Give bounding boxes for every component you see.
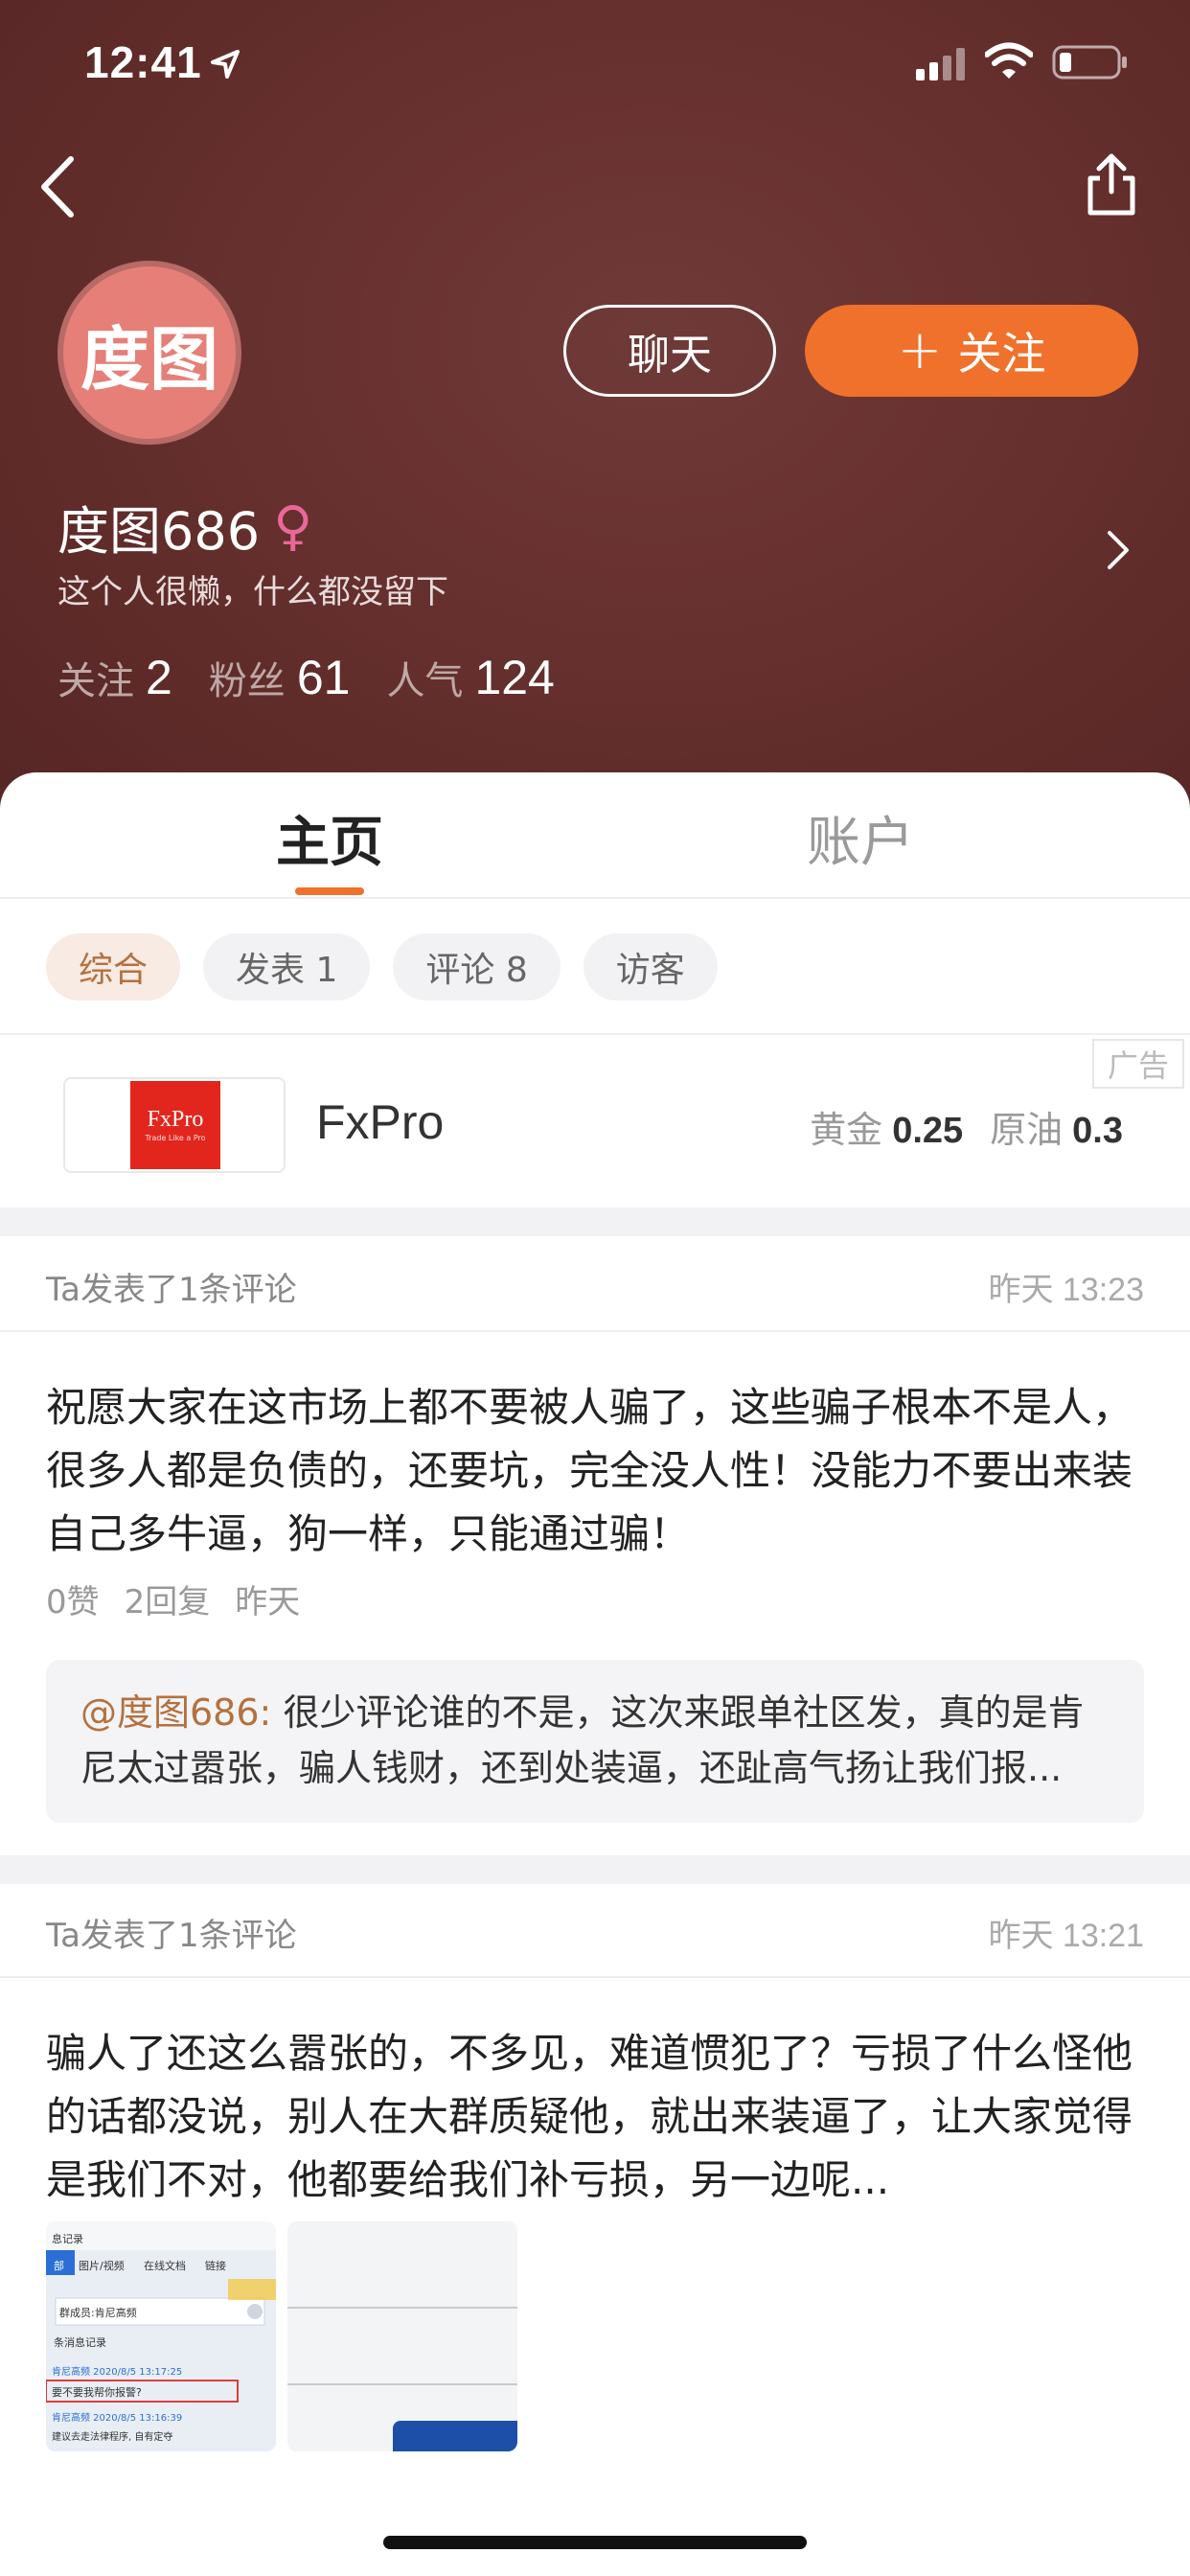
filter-chip-posts[interactable]: 发表 1 bbox=[203, 933, 371, 1000]
ad-tag: 广告 bbox=[1092, 1039, 1184, 1089]
avatar-text: 度图 bbox=[80, 318, 218, 400]
tab-home[interactable]: 主页 bbox=[276, 799, 383, 877]
follow-button-label: 关注 bbox=[957, 328, 1046, 380]
thumb-msg1-text: 要不要我帮你报警? bbox=[52, 2386, 142, 2399]
chat-button-label: 聊天 bbox=[628, 331, 712, 380]
filter-chip-comments[interactable]: 评论 8 bbox=[393, 933, 561, 1000]
ad-name: FxPro bbox=[316, 1095, 445, 1149]
post-meta: 0赞 2回复 昨天 bbox=[46, 1576, 300, 1622]
thumb-count-text: 条消息记录 bbox=[54, 2336, 106, 2349]
ad-prices: 黄金 0.25 原油 0.3 bbox=[810, 1100, 1123, 1153]
post-date: 昨天 bbox=[235, 1583, 301, 1622]
profile-header: 12:41 度图 聊天 + 关注 度图686 ♀ 这个人很懒，什么都没留下 关注… bbox=[0, 0, 1190, 843]
stat-fans-label[interactable]: 粉丝 bbox=[209, 650, 286, 705]
content-sheet: 主页 账户 综合 发表 1 评论 8 访客 广告 FxPro Trade Lik… bbox=[0, 772, 1190, 2576]
bio-text: 这个人很懒，什么都没留下 bbox=[57, 573, 448, 611]
gold-label: 黄金 bbox=[810, 1109, 883, 1151]
chat-screenshot-thumbnail[interactable]: 息记录 部 图片/视频 在线文档 链接 群成员:肯尼高频 条消息记录 肯尼高频 … bbox=[46, 2221, 276, 2451]
post-time: 昨天 13:21 bbox=[988, 1918, 1144, 1954]
filter-chips: 综合 发表 1 评论 8 访客 bbox=[46, 933, 718, 1000]
post-replies[interactable]: 2回复 bbox=[125, 1576, 211, 1622]
thumb-msg2-text: 建议去走法律程序, 自有定夺 bbox=[52, 2432, 173, 2443]
tab-bar: 主页 账户 bbox=[0, 772, 1190, 899]
ad-logo: FxPro Trade Like a Pro bbox=[63, 1077, 286, 1173]
tab-account[interactable]: 账户 bbox=[807, 799, 914, 877]
location-arrow-icon bbox=[211, 50, 240, 79]
profile-stats: 关注 2 粉丝 61 人气 124 bbox=[57, 650, 591, 705]
chevron-right-icon[interactable] bbox=[1104, 529, 1133, 571]
post-header: Ta发表了1条评论 bbox=[46, 1917, 297, 1955]
status-bar: 12:41 bbox=[0, 0, 1190, 125]
divider bbox=[0, 1330, 1190, 1332]
stat-following-label[interactable]: 关注 bbox=[57, 650, 134, 705]
section-gap bbox=[0, 1208, 1190, 1236]
quoted-comment[interactable]: @度图686: 很少评论谁的不是，这次来跟单社区发，真的是肯尼太过嚣张，骗人钱财… bbox=[46, 1660, 1144, 1823]
stat-popularity-label: 人气 bbox=[386, 659, 464, 703]
thumb-tab-links: 链接 bbox=[205, 2260, 226, 2272]
tab-active-indicator bbox=[295, 887, 364, 895]
ad-logo-subtext: Trade Like a Pro bbox=[145, 1134, 206, 1142]
female-gender-icon: ♀ bbox=[273, 495, 313, 558]
post-likes[interactable]: 0赞 bbox=[46, 1576, 100, 1622]
fxpro-logo: FxPro Trade Like a Pro bbox=[130, 1081, 220, 1169]
thumb-search-text: 群成员:肯尼高频 bbox=[59, 2307, 137, 2319]
thumb-title: 息记录 bbox=[52, 2233, 83, 2245]
gold-value: 0.25 bbox=[892, 1111, 964, 1151]
thumb-tab-all: 部 bbox=[54, 2260, 64, 2272]
plus-icon: + bbox=[897, 319, 943, 381]
wifi-icon bbox=[985, 42, 1033, 79]
divider bbox=[0, 1976, 1190, 1978]
stat-fans-value[interactable]: 61 bbox=[297, 650, 351, 705]
thumb-msg1-time: 肯尼高频 2020/8/5 13:17:25 bbox=[52, 2367, 183, 2378]
image-thumbnail[interactable] bbox=[287, 2221, 517, 2451]
filter-chip-visitors[interactable]: 访客 bbox=[583, 933, 718, 1000]
share-icon[interactable] bbox=[1083, 151, 1140, 218]
ad-logo-text: FxPro bbox=[147, 1107, 204, 1132]
home-indicator bbox=[383, 2536, 807, 2549]
cellular-signal-icon bbox=[916, 48, 965, 80]
image-thumbnail-graphic bbox=[287, 2221, 517, 2451]
status-time: 12:41 bbox=[84, 37, 202, 87]
oil-value: 0.3 bbox=[1072, 1111, 1123, 1151]
thumb-tab-media: 图片/视频 bbox=[79, 2260, 125, 2272]
post-images: 息记录 部 图片/视频 在线文档 链接 群成员:肯尼高频 条消息记录 肯尼高频 … bbox=[46, 2221, 563, 2451]
stat-popularity-value: 124 bbox=[474, 651, 555, 704]
back-arrow-icon[interactable] bbox=[36, 153, 79, 220]
post-body[interactable]: 骗人了还这么嚣张的，不多见，难道惯犯了？亏损了什么怪他的话都没说，别人在大群质疑… bbox=[46, 2022, 1144, 2212]
post-header: Ta发表了1条评论 bbox=[46, 1271, 297, 1309]
username: 度图686 bbox=[57, 501, 261, 562]
quote-user[interactable]: @度图686: bbox=[80, 1691, 271, 1734]
username-row: 度图686 ♀ bbox=[57, 489, 312, 564]
section-gap bbox=[0, 1855, 1190, 1884]
ad-banner[interactable]: 广告 FxPro Trade Like a Pro FxPro 黄金 0.25 … bbox=[0, 1035, 1190, 1208]
stat-following-value[interactable]: 2 bbox=[146, 650, 172, 705]
oil-label: 原油 bbox=[990, 1109, 1064, 1151]
chat-button[interactable]: 聊天 bbox=[563, 305, 776, 397]
post-time: 昨天 13:23 bbox=[988, 1272, 1144, 1308]
thumb-tab-docs: 在线文档 bbox=[144, 2260, 186, 2272]
battery-icon bbox=[1052, 45, 1127, 80]
thumb-msg2-time: 肯尼高频 2020/8/5 13:16:39 bbox=[52, 2413, 183, 2424]
follow-button[interactable]: + 关注 bbox=[805, 305, 1138, 397]
filter-chip-all[interactable]: 综合 bbox=[46, 933, 181, 1000]
post-body[interactable]: 祝愿大家在这市场上都不要被人骗了，这些骗子根本不是人，很多人都是负债的，还要坑，… bbox=[46, 1376, 1144, 1566]
avatar[interactable]: 度图 bbox=[57, 261, 241, 445]
